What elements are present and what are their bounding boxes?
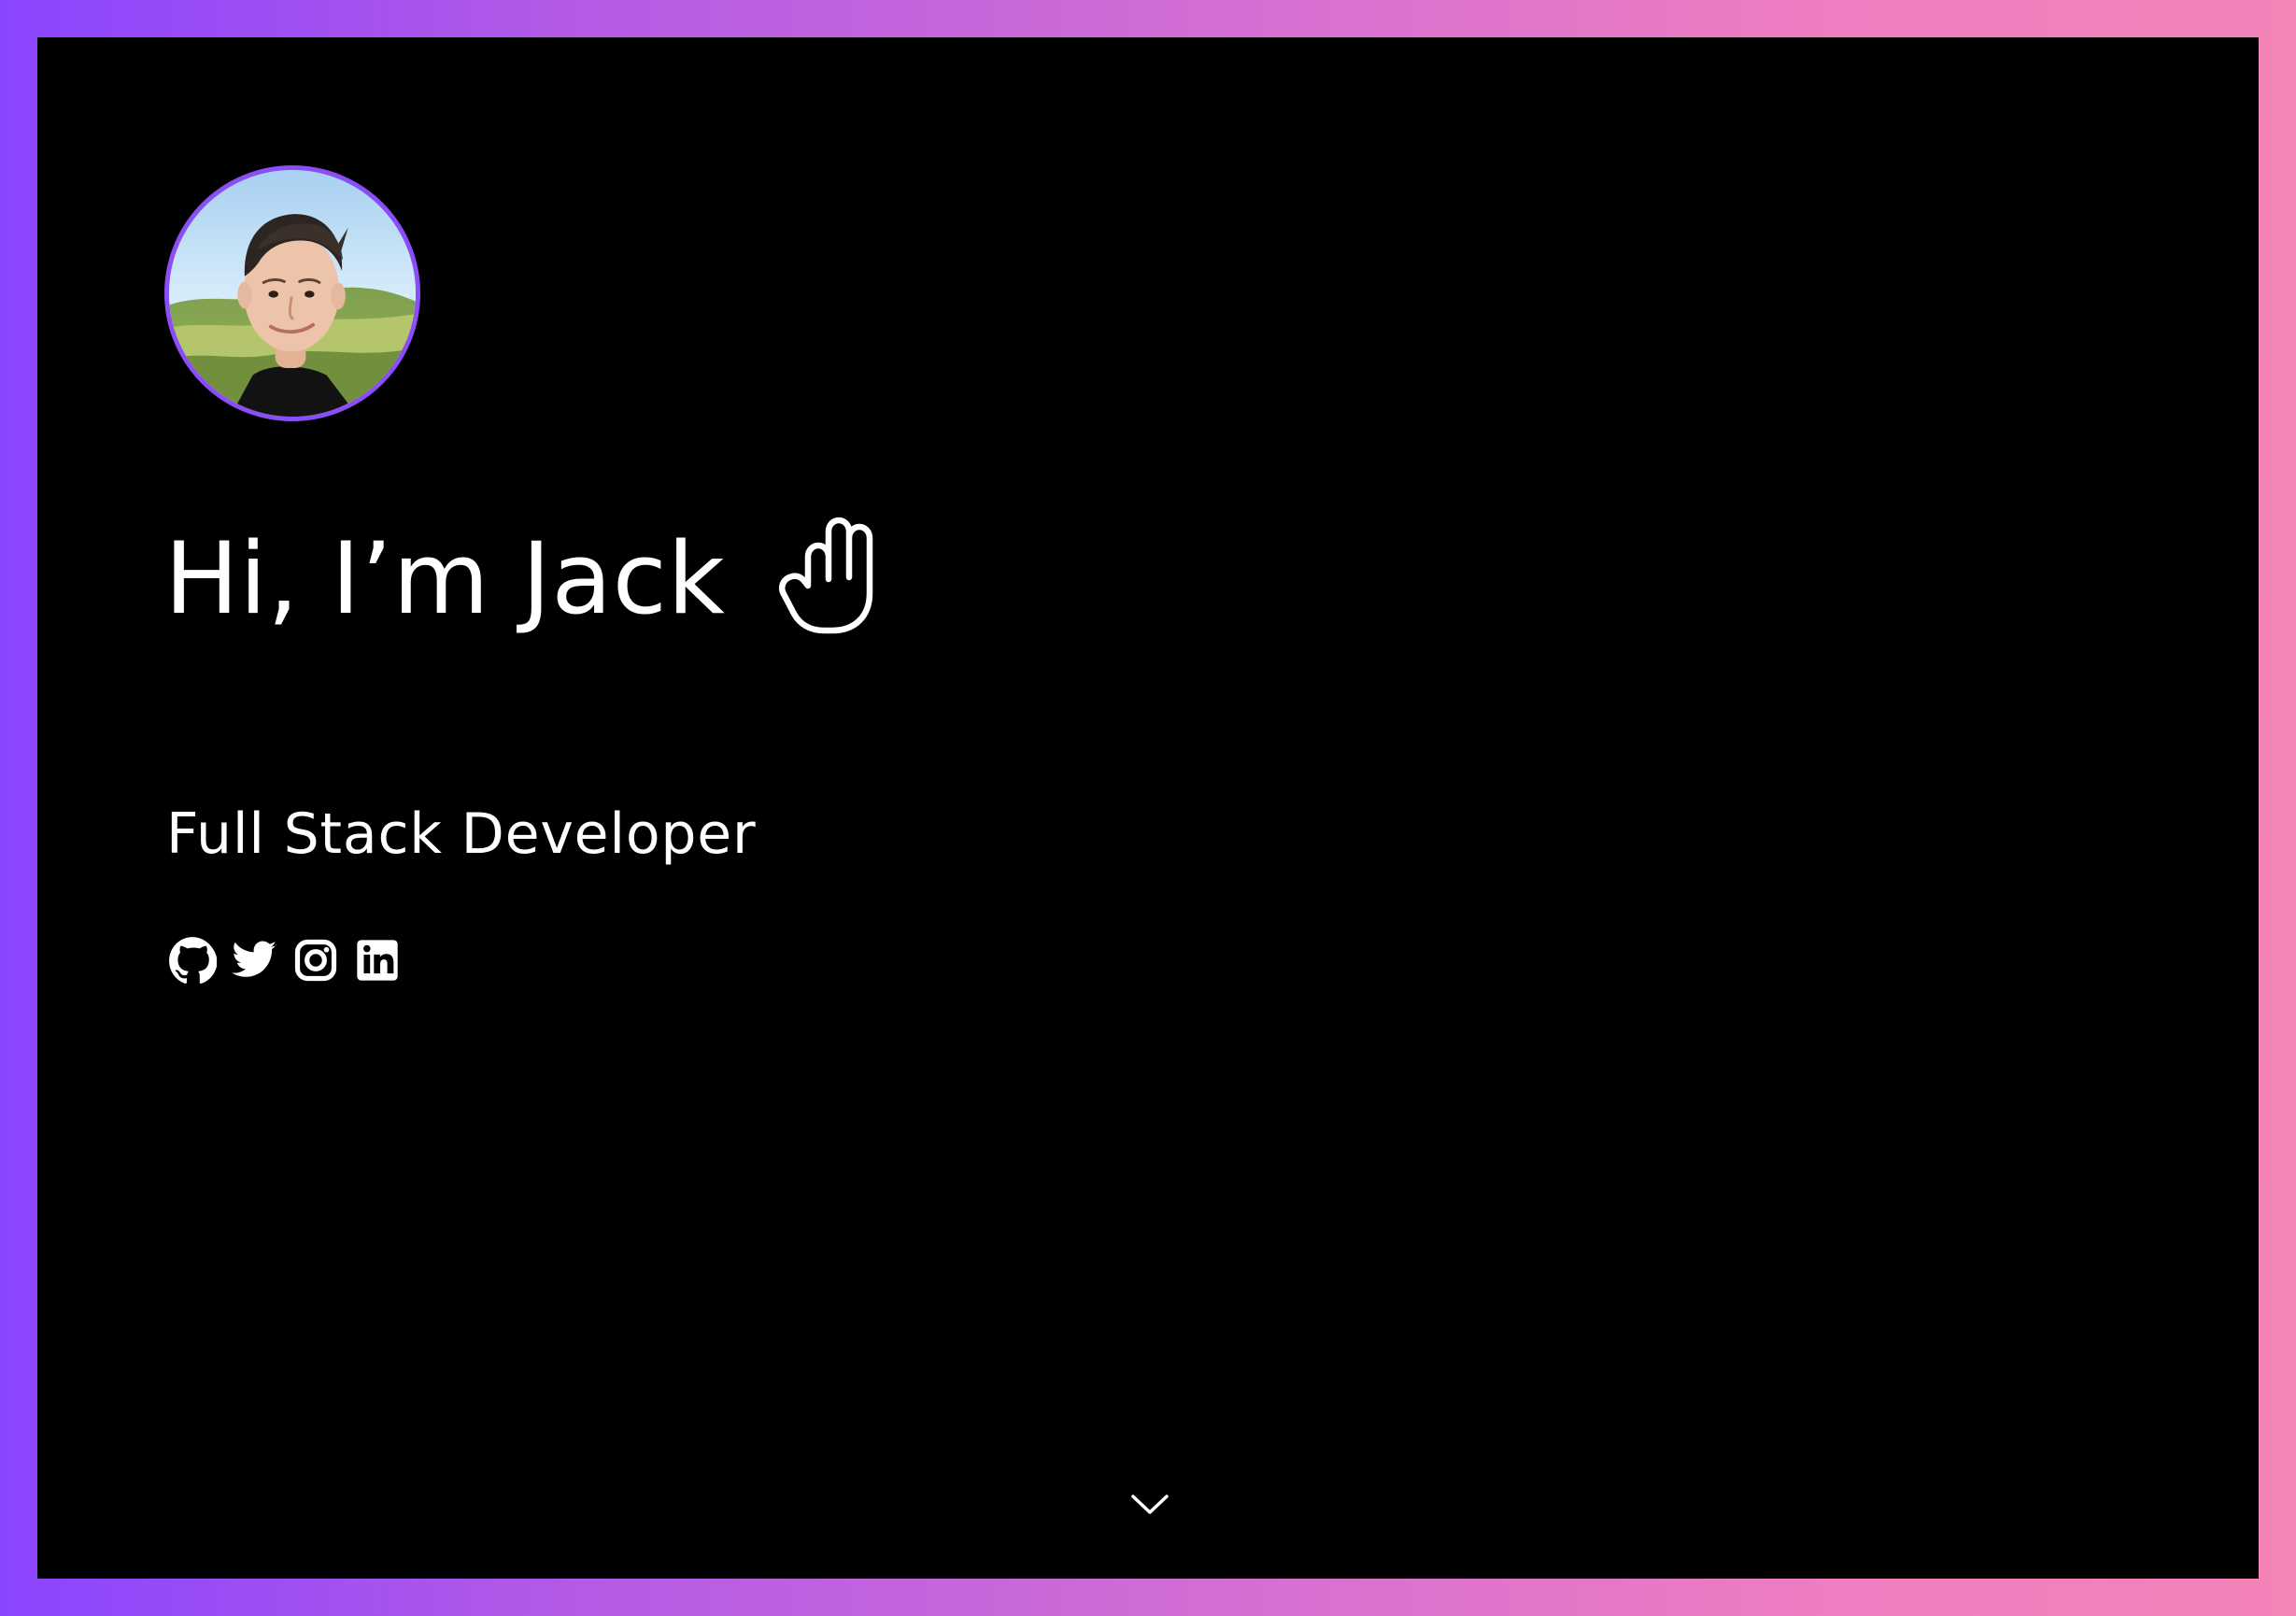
social-links — [168, 936, 402, 985]
github-link[interactable] — [168, 936, 217, 985]
instagram-icon — [294, 939, 337, 982]
gradient-frame: Hi, I’m Jack Full Stack Developer — [0, 0, 2296, 1616]
twitter-link[interactable] — [230, 936, 278, 985]
hand-wave-icon — [779, 517, 873, 634]
job-title: Full Stack Developer — [166, 801, 757, 867]
avatar — [164, 165, 420, 421]
scroll-down-button[interactable] — [1129, 1490, 1170, 1518]
linkedin-link[interactable] — [353, 936, 402, 985]
chevron-down-icon — [1131, 1495, 1169, 1514]
linkedin-icon — [357, 940, 398, 981]
instagram-link[interactable] — [291, 936, 340, 985]
twitter-icon — [232, 941, 276, 977]
hero-heading: Hi, I’m Jack — [164, 517, 882, 636]
hero-section: Hi, I’m Jack Full Stack Developer — [37, 37, 2259, 1579]
hero-title: Hi, I’m Jack — [164, 521, 726, 636]
github-icon — [169, 937, 217, 984]
